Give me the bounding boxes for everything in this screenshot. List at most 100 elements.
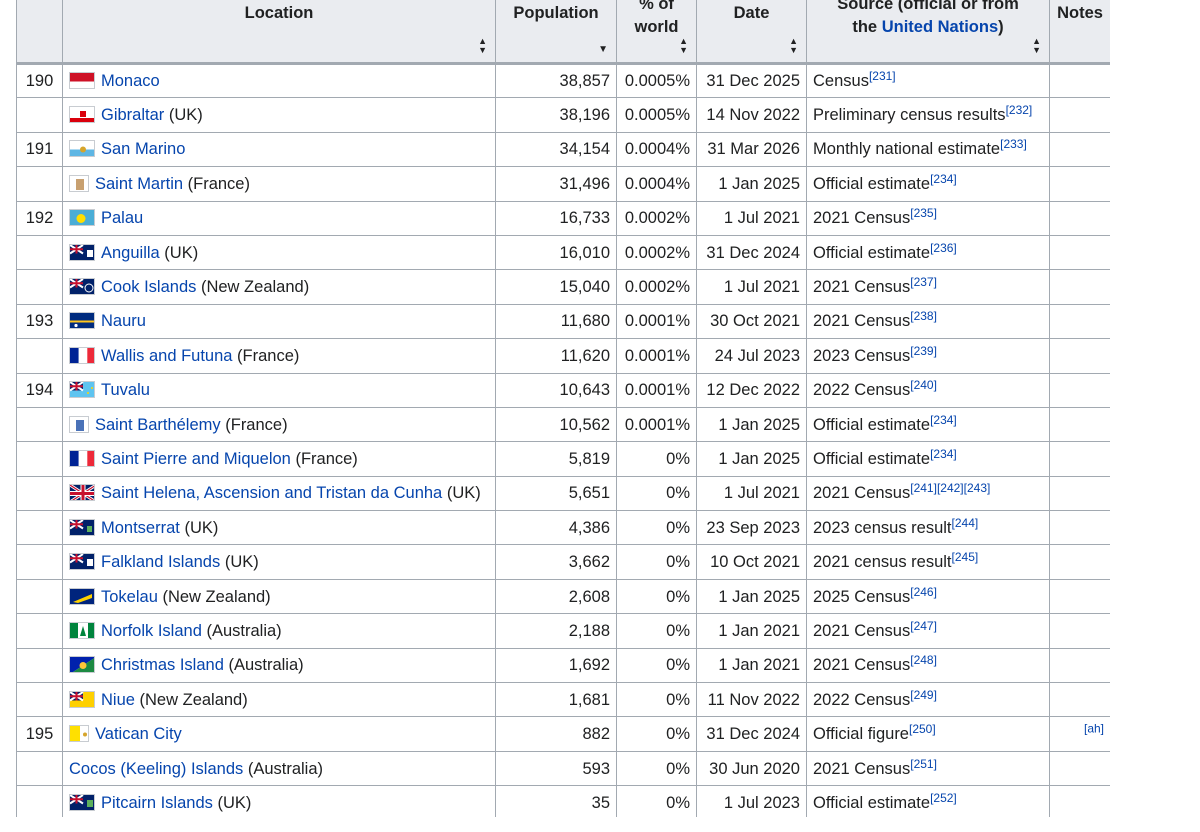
saint-martin-flag-icon[interactable] bbox=[69, 174, 89, 192]
niue-flag-icon[interactable] bbox=[69, 690, 95, 708]
source-header[interactable]: Source (official or from the United Nati… bbox=[806, 0, 1050, 64]
cook-islands-flag-icon[interactable] bbox=[69, 278, 95, 296]
reference-sup: [238] bbox=[910, 309, 937, 323]
location-link[interactable]: Saint Helena, Ascension and Tristan da C… bbox=[101, 484, 442, 502]
location-link[interactable]: San Marino bbox=[101, 140, 185, 158]
location-link[interactable]: Christmas Island bbox=[101, 656, 224, 674]
notes-cell bbox=[1049, 510, 1110, 546]
location-link[interactable]: Cook Islands bbox=[101, 278, 196, 296]
location-link[interactable]: Saint Pierre and Miquelon bbox=[101, 450, 291, 468]
location-link[interactable]: Vatican City bbox=[95, 725, 182, 743]
united-nations-link[interactable]: United Nations bbox=[882, 18, 998, 36]
sort-descending-icon[interactable]: ▼ bbox=[598, 45, 608, 55]
christmas-island-flag-icon[interactable] bbox=[69, 656, 95, 674]
location-link[interactable]: Anguilla bbox=[101, 244, 160, 262]
location-link[interactable]: Wallis and Futuna bbox=[101, 347, 232, 365]
saint-helena-flag-icon[interactable] bbox=[69, 484, 95, 502]
saint-pierre-miquelon-flag-icon[interactable] bbox=[69, 449, 95, 467]
falkland-islands-flag-icon[interactable] bbox=[69, 553, 95, 571]
note-link[interactable]: [ah] bbox=[1084, 722, 1104, 736]
pitcairn-islands-flag-icon[interactable] bbox=[69, 793, 95, 811]
rank-header bbox=[16, 0, 63, 64]
population-table: Location ▲ ▼ Population ▼ % of world ▲ ▼ D… bbox=[16, 0, 1110, 817]
reference-link[interactable]: [233] bbox=[1000, 137, 1027, 151]
reference-sup: [234] bbox=[930, 447, 957, 461]
reference-link[interactable]: [247] bbox=[910, 619, 937, 633]
reference-link[interactable]: [237] bbox=[910, 275, 937, 289]
table-row: Montserrat (UK) 4,386 0% 23 Sep 2023 2023 ce… bbox=[16, 510, 1110, 546]
tuvalu-flag-icon[interactable] bbox=[69, 381, 95, 399]
location-link[interactable]: Montserrat bbox=[101, 519, 180, 537]
location-link[interactable]: Cocos (Keeling) Islands bbox=[69, 760, 243, 778]
gibraltar-flag-icon[interactable] bbox=[69, 106, 95, 124]
notes-cell bbox=[1049, 785, 1110, 817]
location-link[interactable]: Tuvalu bbox=[101, 381, 150, 399]
population-header[interactable]: Population ▼ bbox=[495, 0, 617, 64]
san-marino-flag-icon[interactable] bbox=[69, 140, 95, 158]
reference-link[interactable]: [232] bbox=[1006, 103, 1033, 117]
location-cell: Saint Barthélemy (France) bbox=[62, 406, 496, 443]
reference-link[interactable]: [252] bbox=[930, 791, 957, 805]
reference-link[interactable]: [248] bbox=[910, 653, 937, 667]
location-link[interactable]: Monaco bbox=[101, 72, 160, 90]
date-header[interactable]: Date ▲ ▼ bbox=[696, 0, 807, 64]
reference-link[interactable]: [236] bbox=[930, 241, 957, 255]
source-text: Preliminary census results bbox=[813, 106, 1006, 125]
notes-header-label: Notes bbox=[1057, 4, 1103, 22]
tokelau-flag-icon[interactable] bbox=[69, 587, 95, 605]
location-link[interactable]: Tokelau bbox=[101, 588, 158, 606]
wallis-futuna-flag-icon[interactable] bbox=[69, 346, 95, 364]
reference-link[interactable]: [234] bbox=[930, 447, 957, 461]
location-link[interactable]: Falkland Islands bbox=[101, 553, 220, 571]
nauru-flag-icon[interactable] bbox=[69, 312, 95, 330]
sort-both-icon[interactable]: ▲ ▼ bbox=[789, 37, 798, 55]
reference-link[interactable]: [251] bbox=[910, 757, 937, 771]
sort-both-icon[interactable]: ▲ ▼ bbox=[478, 37, 487, 55]
location-link[interactable]: Norfolk Island bbox=[101, 622, 202, 640]
reference-link[interactable]: [245] bbox=[952, 550, 979, 564]
location-link[interactable]: Niue bbox=[101, 691, 135, 709]
anguilla-flag-icon[interactable] bbox=[69, 243, 95, 261]
montserrat-flag-icon[interactable] bbox=[69, 518, 95, 536]
saint-barthelemy-flag-icon[interactable] bbox=[69, 415, 89, 433]
population-cell: 3,662 bbox=[495, 544, 617, 580]
sort-both-icon[interactable]: ▲ ▼ bbox=[679, 37, 688, 55]
reference-link[interactable]: [244] bbox=[952, 516, 979, 530]
date-cell: 1 Jan 2025 bbox=[696, 406, 807, 443]
reference-link[interactable]: [235] bbox=[910, 206, 937, 220]
monaco-flag-icon[interactable] bbox=[69, 72, 95, 90]
reference-link[interactable]: [234] bbox=[930, 413, 957, 427]
reference-link[interactable]: [242] bbox=[937, 481, 964, 495]
pct-world-header[interactable]: % of world ▲ ▼ bbox=[616, 0, 697, 64]
reference-link[interactable]: [239] bbox=[910, 344, 937, 358]
table-row: Saint Martin (France) 31,496 0.0004% 1 Jan … bbox=[16, 166, 1110, 202]
source-text: Official figure bbox=[813, 725, 909, 744]
reference-link[interactable]: [241] bbox=[910, 481, 937, 495]
palau-flag-icon[interactable] bbox=[69, 209, 95, 227]
reference-link[interactable]: [243] bbox=[964, 481, 991, 495]
location-link[interactable]: Saint Martin bbox=[95, 175, 183, 193]
vatican-city-flag-icon[interactable] bbox=[69, 725, 89, 743]
reference-link[interactable]: [231] bbox=[869, 69, 896, 83]
norfolk-island-flag-icon[interactable] bbox=[69, 621, 95, 639]
sort-both-icon[interactable]: ▲ ▼ bbox=[1032, 37, 1041, 55]
location-parent: (France) bbox=[290, 449, 358, 468]
reference-link[interactable]: [234] bbox=[930, 172, 957, 186]
location-link[interactable]: Gibraltar bbox=[101, 106, 164, 124]
reference-link[interactable]: [249] bbox=[910, 688, 937, 702]
location-link[interactable]: Palau bbox=[101, 209, 143, 227]
location-cell: Monaco bbox=[62, 61, 496, 99]
reference-link[interactable]: [250] bbox=[909, 722, 936, 736]
location-link[interactable]: Nauru bbox=[101, 312, 146, 330]
reference-link[interactable]: [240] bbox=[910, 378, 937, 392]
source-text: 2022 Census bbox=[813, 690, 911, 709]
location-header[interactable]: Location ▲ ▼ bbox=[62, 0, 496, 64]
rank-cell bbox=[16, 750, 63, 787]
reference-link[interactable]: [246] bbox=[910, 585, 937, 599]
date-cell: 1 Jan 2025 bbox=[696, 166, 807, 202]
pct-world-cell: 0% bbox=[616, 613, 697, 649]
location-link[interactable]: Pitcairn Islands bbox=[101, 794, 213, 812]
location-link[interactable]: Saint Barthélemy bbox=[95, 416, 221, 434]
location-cell: Montserrat (UK) bbox=[62, 510, 496, 546]
reference-link[interactable]: [238] bbox=[910, 309, 937, 323]
